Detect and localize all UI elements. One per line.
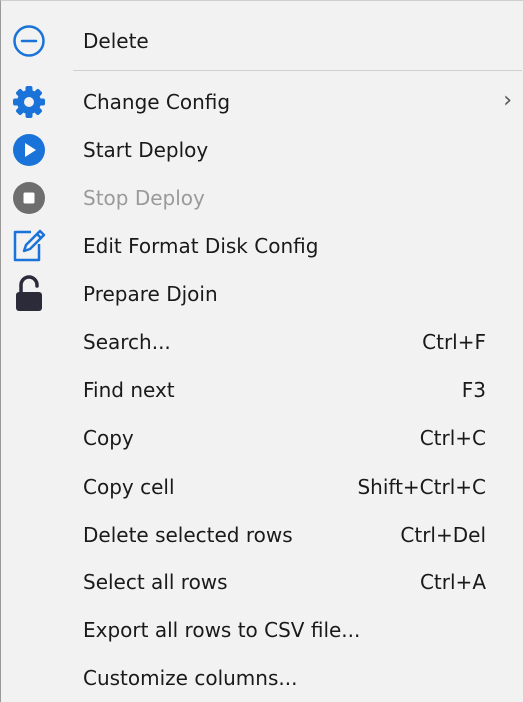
menu-item-start-deploy[interactable]: Start Deploy — [1, 126, 522, 174]
menu-item-shortcut: Ctrl+Del — [400, 523, 486, 547]
menu-item-label: Search... — [83, 330, 171, 354]
menu-item-label: Stop Deploy — [83, 186, 205, 210]
menu-item-label: Edit Format Disk Config — [83, 234, 319, 258]
play-icon — [9, 126, 49, 174]
menu-item-label: Start Deploy — [83, 138, 209, 162]
menu-item-select-all-rows[interactable]: Select all rows Ctrl+A — [1, 558, 522, 606]
menu-item-label: Copy — [83, 426, 134, 450]
stop-icon — [9, 174, 49, 222]
menu-item-label: Delete selected rows — [83, 523, 293, 547]
menu-item-change-config[interactable]: Change Config › — [1, 78, 522, 126]
menu-item-stop-deploy[interactable]: Stop Deploy — [1, 174, 522, 222]
lock-icon — [9, 270, 49, 318]
menu-item-shortcut: Ctrl+A — [419, 570, 486, 594]
menu-item-label: Select all rows — [83, 570, 228, 594]
context-menu: Delete Change Config › Start Deploy Stop… — [0, 0, 523, 702]
menu-item-label: Delete — [83, 29, 149, 53]
menu-separator — [73, 70, 522, 71]
chevron-right-icon: › — [503, 88, 512, 113]
menu-item-copy[interactable]: Copy Ctrl+C — [1, 414, 522, 462]
menu-item-export-csv[interactable]: Export all rows to CSV file... — [1, 606, 522, 654]
menu-item-label: Customize columns... — [83, 666, 298, 690]
minus-circle-icon — [9, 17, 49, 65]
menu-item-label: Copy cell — [83, 475, 175, 499]
menu-item-prepare-djoin[interactable]: Prepare Djoin — [1, 270, 522, 318]
menu-item-search[interactable]: Search... Ctrl+F — [1, 318, 522, 366]
menu-item-shortcut: Ctrl+C — [419, 426, 486, 450]
menu-item-label: Export all rows to CSV file... — [83, 618, 361, 642]
edit-icon — [9, 222, 49, 270]
menu-item-delete[interactable]: Delete — [1, 17, 522, 65]
menu-item-copy-cell[interactable]: Copy cell Shift+Ctrl+C — [1, 463, 522, 511]
menu-item-delete-selected-rows[interactable]: Delete selected rows Ctrl+Del — [1, 511, 522, 559]
menu-item-edit-format-disk-config[interactable]: Edit Format Disk Config — [1, 222, 522, 270]
menu-item-shortcut: Shift+Ctrl+C — [357, 475, 486, 499]
menu-item-label: Find next — [83, 378, 175, 402]
menu-item-label: Prepare Djoin — [83, 282, 218, 306]
menu-item-shortcut: Ctrl+F — [422, 330, 486, 354]
gear-icon — [9, 78, 49, 126]
menu-item-shortcut: F3 — [461, 378, 486, 402]
menu-item-label: Change Config — [83, 90, 231, 114]
menu-item-customize-columns[interactable]: Customize columns... — [1, 654, 522, 702]
menu-item-find-next[interactable]: Find next F3 — [1, 366, 522, 414]
